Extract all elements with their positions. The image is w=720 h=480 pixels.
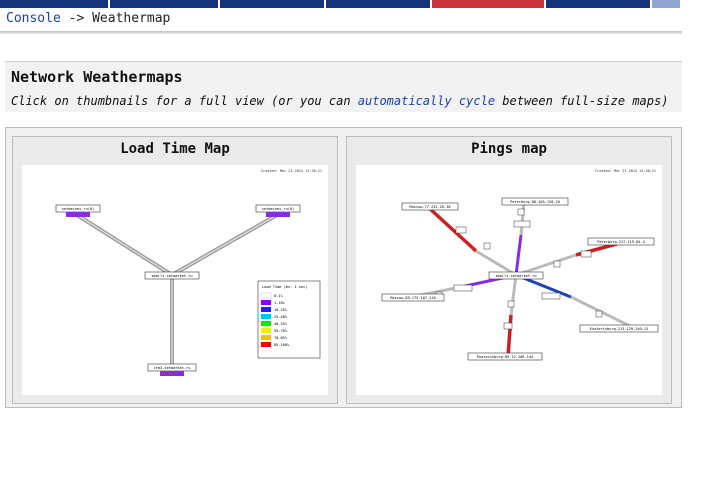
map-node: Ekaterinburg-213.129.240.13 <box>579 324 659 333</box>
svg-text:85-100%: 85-100% <box>274 343 290 347</box>
map-image[interactable]: Created: Mar 23 2014 13:30:21 setmarket_… <box>22 165 328 395</box>
link-value-boxes <box>435 208 603 330</box>
svg-text:small1.setmarket.ru: small1.setmarket.ru <box>151 274 192 278</box>
map-title: Pings map <box>471 141 547 157</box>
map-legend: Load Time (ms. 1 sec) 0-1% 1-10% 10-25% … <box>257 280 321 359</box>
svg-text:40-55%: 40-55% <box>274 322 288 326</box>
created-label: Created: Mar 23 2014 13:30:21 <box>261 169 322 173</box>
map-node: Peterburg-217.119.84.4 <box>587 237 655 246</box>
svg-text:Moscow-89.175.187.218: Moscow-89.175.187.218 <box>390 296 435 300</box>
nav-tab-active[interactable] <box>432 0 546 8</box>
subtitle-text: Click on thumbnails for a full view (or … <box>11 94 358 108</box>
svg-text:setmarket_ru(0): setmarket_ru(0) <box>62 207 94 211</box>
page-subtitle: Click on thumbnails for a full view (or … <box>11 94 668 108</box>
svg-text:25-40%: 25-40% <box>274 315 288 319</box>
map-node: setmarket_ru(0) <box>255 204 301 217</box>
svg-text:Peterburg-217.119.84.4: Peterburg-217.119.84.4 <box>597 240 645 244</box>
map-node: Peterburg-88.205.128.20 <box>501 197 569 206</box>
map-node: small1.setmarket.ru <box>488 271 544 280</box>
page-title: Network Weathermaps <box>11 68 183 86</box>
svg-text:0-1%: 0-1% <box>274 294 283 298</box>
map-node: setmarket_ru(0) <box>55 204 101 217</box>
cycle-link[interactable]: automatically cycle <box>358 94 495 108</box>
nav-tab[interactable] <box>326 0 432 8</box>
map-node: Ekaterinburg-85.12.206.144 <box>467 352 543 361</box>
created-label: Created: Mar 23 2014 13:30:21 <box>595 169 656 173</box>
map-node: Moscow-89.175.187.218 <box>381 293 445 302</box>
map-links <box>75 213 278 370</box>
svg-text:small1.setmarket.ru: small1.setmarket.ru <box>495 274 536 278</box>
nav-tab[interactable] <box>652 0 680 8</box>
nav-tab[interactable] <box>546 0 652 8</box>
map-title: Load Time Map <box>120 141 230 157</box>
breadcrumb-divider <box>0 31 682 34</box>
svg-text:Ekaterinburg-85.12.206.144: Ekaterinburg-85.12.206.144 <box>477 355 533 359</box>
svg-text:Ekaterinburg-213.129.240.13: Ekaterinburg-213.129.240.13 <box>590 327 648 331</box>
weathermap-header: Network Weathermaps Click on thumbnails … <box>5 61 682 112</box>
breadcrumb-current: Weathermap <box>92 11 171 26</box>
top-navigation-bar <box>0 0 680 8</box>
nav-tab[interactable] <box>220 0 326 8</box>
subtitle-text-end: between full-size maps) <box>495 94 669 108</box>
nav-tab[interactable] <box>0 0 110 8</box>
svg-text:10-25%: 10-25% <box>274 308 288 312</box>
map-image[interactable]: Created: Mar 23 2014 13:30:21 Moscow-77.… <box>356 165 662 395</box>
svg-text:55-70%: 55-70% <box>274 329 288 333</box>
svg-text:70-85%: 70-85% <box>274 336 288 340</box>
map-thumbnail-load-time[interactable]: Load Time Map Created: Mar 23 2014 13:30… <box>12 136 338 404</box>
weathermap-thumbnails: Load Time Map Created: Mar 23 2014 13:30… <box>5 127 682 408</box>
map-node: crm3.setmarket.ru <box>147 363 197 376</box>
nav-tab[interactable] <box>110 0 220 8</box>
map-thumbnail-pings[interactable]: Pings map Created: Mar 23 2014 13:30:21 <box>346 136 672 404</box>
svg-text:setmarket_ru(0): setmarket_ru(0) <box>262 207 294 211</box>
svg-text:Peterburg-88.205.128.20: Peterburg-88.205.128.20 <box>510 200 560 204</box>
svg-text:1-10%: 1-10% <box>274 301 286 305</box>
map-node: small1.setmarket.ru <box>144 271 200 280</box>
svg-text:crm3.setmarket.ru: crm3.setmarket.ru <box>154 366 191 370</box>
map-node: Moscow-77.232.20.18 <box>401 202 459 211</box>
svg-text:Load Time (ms. 1 sec): Load Time (ms. 1 sec) <box>262 285 307 289</box>
breadcrumb: Console -> Weathermap <box>6 11 170 26</box>
breadcrumb-console-link[interactable]: Console <box>6 11 61 26</box>
svg-text:Moscow-77.232.20.18: Moscow-77.232.20.18 <box>409 205 450 209</box>
breadcrumb-separator: -> <box>60 11 93 26</box>
